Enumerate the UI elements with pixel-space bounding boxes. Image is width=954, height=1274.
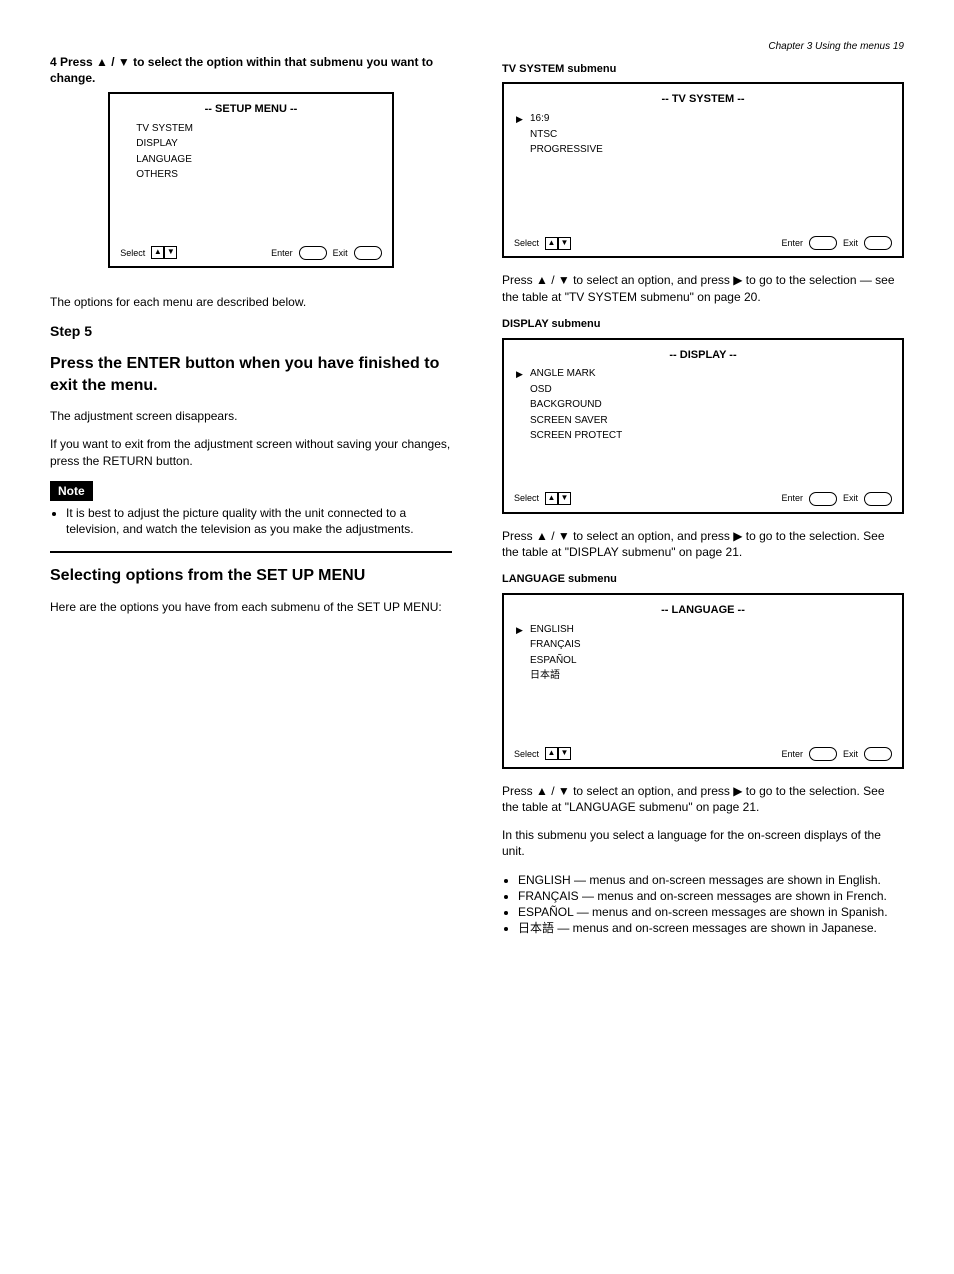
section-heading: Selecting options from the SET UP MENU (50, 565, 452, 587)
tv-system-step: Press ▲ / ▼ to select an option, and pre… (502, 272, 904, 304)
section-text: Here are the options you have from each … (50, 599, 452, 615)
footer-select: Select (514, 492, 539, 504)
updown-icon: ▲▼ (545, 237, 571, 250)
step4-text: 4 Press ▲ / ▼ to select the option withi… (50, 54, 452, 86)
footer-exit: Exit (843, 492, 858, 504)
menu-title: -- TV SYSTEM -- (516, 92, 890, 107)
menu-item: PROGRESSIVE (516, 142, 890, 158)
enter-button-icon (809, 747, 837, 761)
left-column: 4 Press ▲ / ▼ to select the option withi… (50, 54, 452, 941)
tv-system-title: TV SYSTEM submenu (502, 62, 904, 77)
menu-item: ▶ANGLE MARK (516, 366, 890, 382)
menu-box-setup: -- SETUP MENU -- TV SYSTEM DISPLAY LANGU… (108, 92, 393, 268)
note-title: Note (50, 481, 93, 501)
menu-box-tvsystem: -- TV SYSTEM -- ▶16:9 NTSC PROGRESSIVE S… (502, 82, 904, 258)
chapter-heading: Chapter 3 Using the menus 19 (50, 40, 904, 54)
cursor-icon: ▶ (516, 113, 523, 125)
after-step5a: The adjustment screen disappears. (50, 408, 452, 424)
footer-exit: Exit (843, 237, 858, 249)
menu-item: NTSC (516, 127, 890, 143)
language-para: In this submenu you select a language fo… (502, 827, 904, 859)
enter-button-icon (809, 492, 837, 506)
menu-item: OSD (516, 382, 890, 398)
menu-footer: Select ▲▼ Enter Exit (514, 236, 892, 250)
menu-item: FRANÇAIS (516, 637, 890, 653)
enter-button-icon (299, 246, 327, 260)
after-step4-text: The options for each menu are described … (50, 294, 452, 310)
menu-item: 日本語 (516, 668, 890, 684)
step5-heading: Press the ENTER button when you have fin… (50, 353, 452, 396)
footer-enter: Enter (781, 237, 803, 249)
exit-button-icon (354, 246, 382, 260)
footer-enter: Enter (781, 492, 803, 504)
updown-icon: ▲▼ (151, 246, 177, 259)
menu-footer: Select ▲▼ Enter Exit (120, 246, 381, 260)
exit-button-icon (864, 747, 892, 761)
menu-box-language: -- LANGUAGE -- ▶ENGLISH FRANÇAIS ESPAÑOL… (502, 593, 904, 769)
menu-item: TV SYSTEM (122, 121, 379, 137)
menu-footer: Select ▲▼ Enter Exit (514, 747, 892, 761)
language-title: LANGUAGE submenu (502, 572, 904, 587)
exit-button-icon (864, 236, 892, 250)
updown-icon: ▲▼ (545, 747, 571, 760)
updown-icon: ▲▼ (545, 492, 571, 505)
cursor-icon: ▶ (516, 368, 523, 380)
footer-select: Select (514, 237, 539, 249)
right-column: TV SYSTEM submenu -- TV SYSTEM -- ▶16:9 … (502, 54, 904, 941)
language-step: Press ▲ / ▼ to select an option, and pre… (502, 783, 904, 815)
menu-item: OTHERS (122, 167, 379, 183)
menu-footer: Select ▲▼ Enter Exit (514, 492, 892, 506)
footer-enter: Enter (271, 247, 293, 259)
step5-label: Step 5 (50, 322, 452, 341)
footer-exit: Exit (843, 748, 858, 760)
menu-item: ▶ENGLISH (516, 622, 890, 638)
after-step5b: If you want to exit from the adjustment … (50, 436, 452, 468)
menu-box-display: -- DISPLAY -- ▶ANGLE MARK OSD BACKGROUND… (502, 338, 904, 514)
list-item: ENGLISH — menus and on-screen messages a… (518, 872, 904, 888)
list-item: ESPAÑOL — menus and on-screen messages a… (518, 904, 904, 920)
note-bullet: It is best to adjust the picture quality… (66, 505, 452, 537)
cursor-icon: ▶ (516, 624, 523, 636)
enter-button-icon (809, 236, 837, 250)
menu-item: ▶16:9 (516, 111, 890, 127)
display-title: DISPLAY submenu (502, 317, 904, 332)
menu-item: SCREEN SAVER (516, 413, 890, 429)
list-item: FRANÇAIS — menus and on-screen messages … (518, 888, 904, 904)
menu-item: SCREEN PROTECT (516, 428, 890, 444)
exit-button-icon (864, 492, 892, 506)
menu-title: -- DISPLAY -- (516, 348, 890, 363)
menu-title: -- LANGUAGE -- (516, 603, 890, 618)
footer-exit: Exit (333, 247, 348, 259)
menu-title: -- SETUP MENU -- (122, 102, 379, 117)
display-step: Press ▲ / ▼ to select an option, and pre… (502, 528, 904, 560)
menu-item: ESPAÑOL (516, 653, 890, 669)
footer-select: Select (514, 748, 539, 760)
list-item: 日本語 — menus and on-screen messages are s… (518, 920, 904, 936)
menu-item: DISPLAY (122, 136, 379, 152)
section-divider (50, 551, 452, 553)
language-bullets: ENGLISH — menus and on-screen messages a… (502, 872, 904, 937)
footer-enter: Enter (781, 748, 803, 760)
footer-select: Select (120, 247, 145, 259)
menu-item: LANGUAGE (122, 152, 379, 168)
menu-item: BACKGROUND (516, 397, 890, 413)
